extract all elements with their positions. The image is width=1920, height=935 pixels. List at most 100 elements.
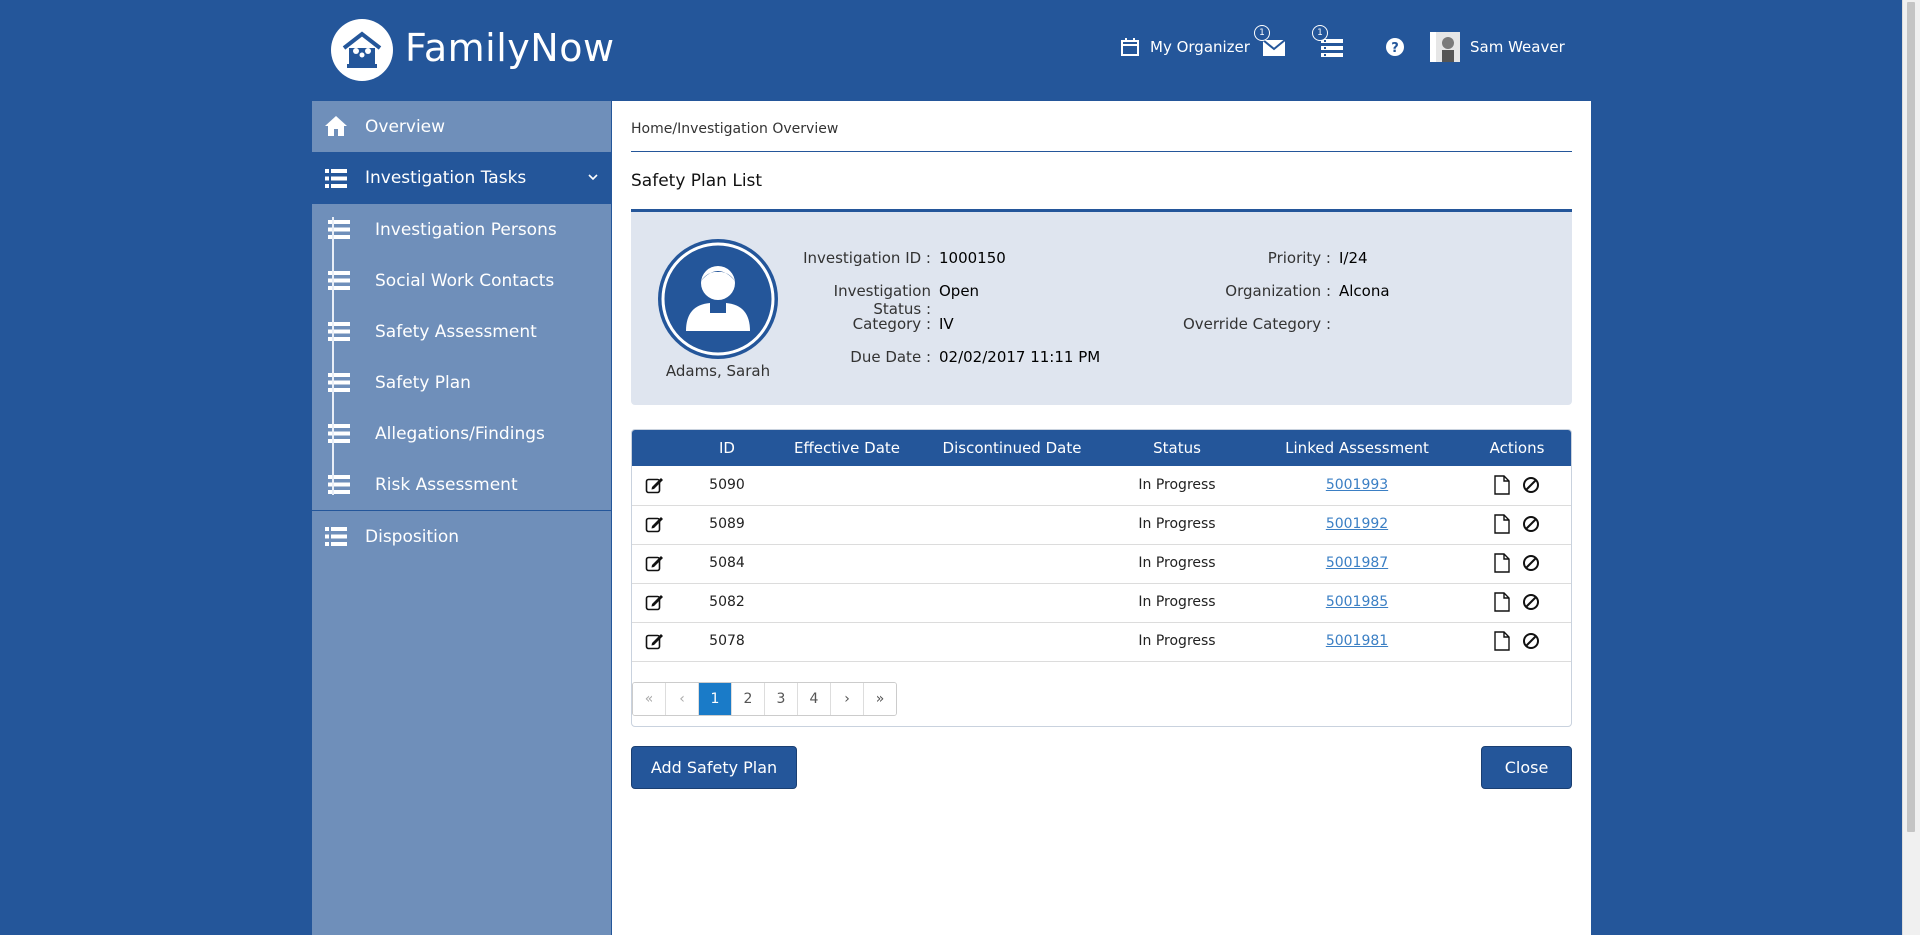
- user-avatar: [1430, 32, 1460, 62]
- safety-plan-table: ID Effective Date Discontinued Date Stat…: [631, 429, 1572, 727]
- cell-effective-date: [782, 583, 912, 622]
- priority-value: I/24: [1339, 249, 1368, 267]
- cell-linked-assessment: 5001987: [1257, 544, 1457, 583]
- queue-button[interactable]: 1: [1312, 0, 1346, 94]
- cell-id: 5078: [709, 633, 745, 649]
- cell-discontinued-date: [932, 622, 1092, 661]
- list-icon: [328, 424, 350, 443]
- due-date-value: 02/02/2017 11:11 PM: [939, 348, 1101, 366]
- edit-icon[interactable]: [640, 466, 670, 505]
- cell-actions: [1477, 583, 1557, 622]
- cell-status: In Progress: [1138, 516, 1216, 532]
- sidebar-item-safety-assessment[interactable]: Safety Assessment: [312, 306, 611, 357]
- page-3[interactable]: 3: [765, 683, 798, 715]
- home-icon: [325, 116, 347, 136]
- page-2[interactable]: 2: [732, 683, 765, 715]
- sidebar-item-social-work-contacts[interactable]: Social Work Contacts: [312, 255, 611, 306]
- user-menu[interactable]: Sam Weaver: [1430, 0, 1565, 94]
- page-prev[interactable]: ‹: [666, 683, 699, 715]
- sidebar-item-safety-plan[interactable]: Safety Plan: [312, 357, 611, 408]
- col-status[interactable]: Status: [1122, 430, 1232, 466]
- table-row: 5078 In Progress 5001981: [632, 622, 1571, 662]
- add-safety-plan-button[interactable]: Add Safety Plan: [631, 746, 797, 789]
- edit-icon[interactable]: [640, 583, 670, 622]
- document-icon[interactable]: [1494, 553, 1514, 573]
- close-button[interactable]: Close: [1481, 746, 1572, 789]
- document-icon[interactable]: [1494, 631, 1514, 651]
- sidebar-item-label: Overview: [365, 116, 446, 137]
- help-button[interactable]: ?: [1385, 0, 1405, 94]
- linked-assessment-link[interactable]: 5001987: [1326, 555, 1388, 571]
- document-icon[interactable]: [1494, 592, 1514, 612]
- linked-assessment-link[interactable]: 5001992: [1326, 516, 1388, 532]
- list-icon: [325, 169, 347, 188]
- sidebar-item-label: Social Work Contacts: [375, 270, 555, 291]
- sidebar: Overview Investigation Tasks Investigati…: [312, 101, 611, 935]
- page-4[interactable]: 4: [798, 683, 831, 715]
- sidebar-item-allegations-findings[interactable]: Allegations/Findings: [312, 408, 611, 459]
- investigation-id-value: 1000150: [939, 249, 1006, 267]
- app-logo[interactable]: [331, 19, 393, 81]
- cell-status: In Progress: [1138, 555, 1216, 571]
- person-avatar: [658, 239, 778, 359]
- linked-assessment-link[interactable]: 5001993: [1326, 477, 1388, 493]
- discontinue-icon[interactable]: [1522, 594, 1540, 610]
- breadcrumb-home[interactable]: Home: [631, 121, 672, 137]
- page-first[interactable]: «: [633, 683, 666, 715]
- cell-discontinued-date: [932, 466, 1092, 505]
- discontinue-icon[interactable]: [1522, 477, 1540, 493]
- my-organizer-link[interactable]: My Organizer: [1120, 0, 1250, 94]
- investigation-status-label: Investigation Status :: [833, 282, 931, 318]
- col-id[interactable]: ID: [692, 430, 762, 466]
- sidebar-item-investigation-tasks[interactable]: Investigation Tasks: [312, 152, 611, 204]
- mail-icon: [1262, 39, 1286, 56]
- queue-count-badge: 1: [1312, 25, 1328, 41]
- sidebar-item-investigation-persons[interactable]: Investigation Persons: [312, 204, 611, 255]
- document-icon[interactable]: [1494, 514, 1514, 534]
- investigation-status-value: Open: [939, 282, 980, 300]
- discontinue-icon[interactable]: [1522, 633, 1540, 649]
- discontinue-icon[interactable]: [1522, 516, 1540, 532]
- breadcrumb: Home/Investigation Overview: [631, 121, 838, 137]
- document-icon[interactable]: [1494, 475, 1514, 495]
- investigation-id-label: Investigation ID :: [803, 249, 931, 267]
- list-icon: [328, 220, 350, 239]
- page-next[interactable]: ›: [831, 683, 864, 715]
- category-value: IV: [939, 315, 954, 333]
- cell-id: 5082: [709, 594, 745, 610]
- cell-effective-date: [782, 544, 912, 583]
- edit-icon[interactable]: [640, 622, 670, 661]
- discontinue-icon[interactable]: [1522, 555, 1540, 571]
- cell-actions: [1477, 505, 1557, 544]
- help-icon: ?: [1386, 38, 1404, 56]
- edit-icon[interactable]: [640, 505, 670, 544]
- app-title[interactable]: FamilyNow: [405, 26, 615, 70]
- calendar-icon: [1121, 38, 1139, 56]
- sidebar-item-overview[interactable]: Overview: [312, 101, 611, 152]
- linked-assessment-link[interactable]: 5001985: [1326, 594, 1388, 610]
- sidebar-item-disposition[interactable]: Disposition: [312, 510, 611, 563]
- cell-discontinued-date: [932, 544, 1092, 583]
- scrollbar-thumb[interactable]: [1907, 2, 1915, 832]
- cell-linked-assessment: 5001981: [1257, 622, 1457, 661]
- edit-icon[interactable]: [640, 544, 670, 583]
- linked-assessment-link[interactable]: 5001981: [1326, 633, 1388, 649]
- person-name: Adams, Sarah: [665, 362, 771, 380]
- user-name: Sam Weaver: [1470, 38, 1565, 56]
- page-1[interactable]: 1: [699, 683, 732, 715]
- breadcrumb-current[interactable]: Investigation Overview: [677, 121, 838, 137]
- cell-linked-assessment: 5001993: [1257, 466, 1457, 505]
- table-header: ID Effective Date Discontinued Date Stat…: [632, 430, 1571, 466]
- page-last[interactable]: »: [864, 683, 896, 715]
- col-effective-date[interactable]: Effective Date: [782, 430, 912, 466]
- main-content: Home/Investigation Overview Safety Plan …: [612, 101, 1591, 935]
- list-icon: [328, 322, 350, 341]
- cell-effective-date: [782, 505, 912, 544]
- table-row: 5090 In Progress 5001993: [632, 466, 1571, 506]
- page-scrollbar[interactable]: [1902, 0, 1920, 935]
- col-discontinued-date[interactable]: Discontinued Date: [932, 430, 1092, 466]
- col-linked-assessment[interactable]: Linked Assessment: [1257, 430, 1457, 466]
- cell-id: 5084: [709, 555, 745, 571]
- mail-button[interactable]: 1: [1254, 0, 1288, 94]
- sidebar-item-risk-assessment[interactable]: Risk Assessment: [312, 459, 611, 510]
